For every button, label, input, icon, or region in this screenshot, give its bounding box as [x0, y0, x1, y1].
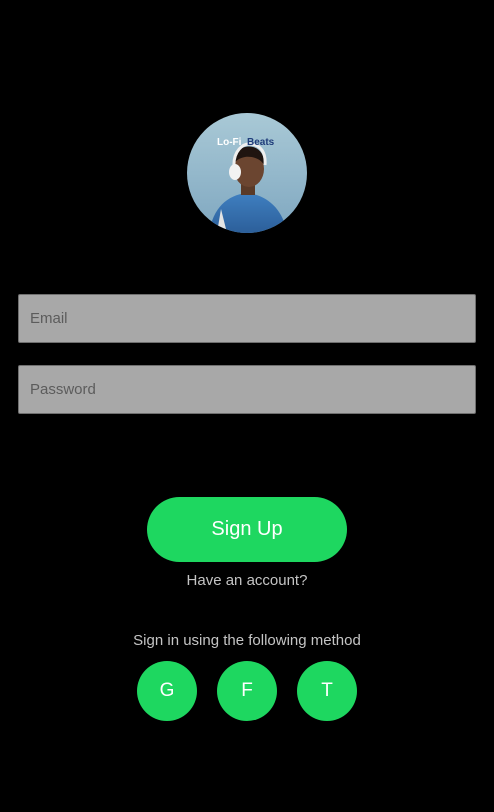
twitter-sign-in-button[interactable]: T	[297, 661, 357, 721]
password-field[interactable]	[18, 365, 476, 414]
facebook-sign-in-button[interactable]: F	[217, 661, 277, 721]
email-field[interactable]	[18, 294, 476, 343]
signup-screen: Lo-Fi Beats Sign Up Have an account? Sig…	[0, 0, 494, 812]
google-sign-in-button[interactable]: G	[137, 661, 197, 721]
lofi-beats-cover-image: Lo-Fi Beats	[187, 113, 307, 233]
sign-up-button[interactable]: Sign Up	[147, 497, 347, 562]
sign-in-method-heading: Sign in using the following method	[133, 632, 361, 649]
cover-title-part1: Lo-Fi	[217, 137, 242, 148]
cover-title-part2: Beats	[247, 137, 275, 148]
have-account-link[interactable]: Have an account?	[0, 572, 494, 589]
